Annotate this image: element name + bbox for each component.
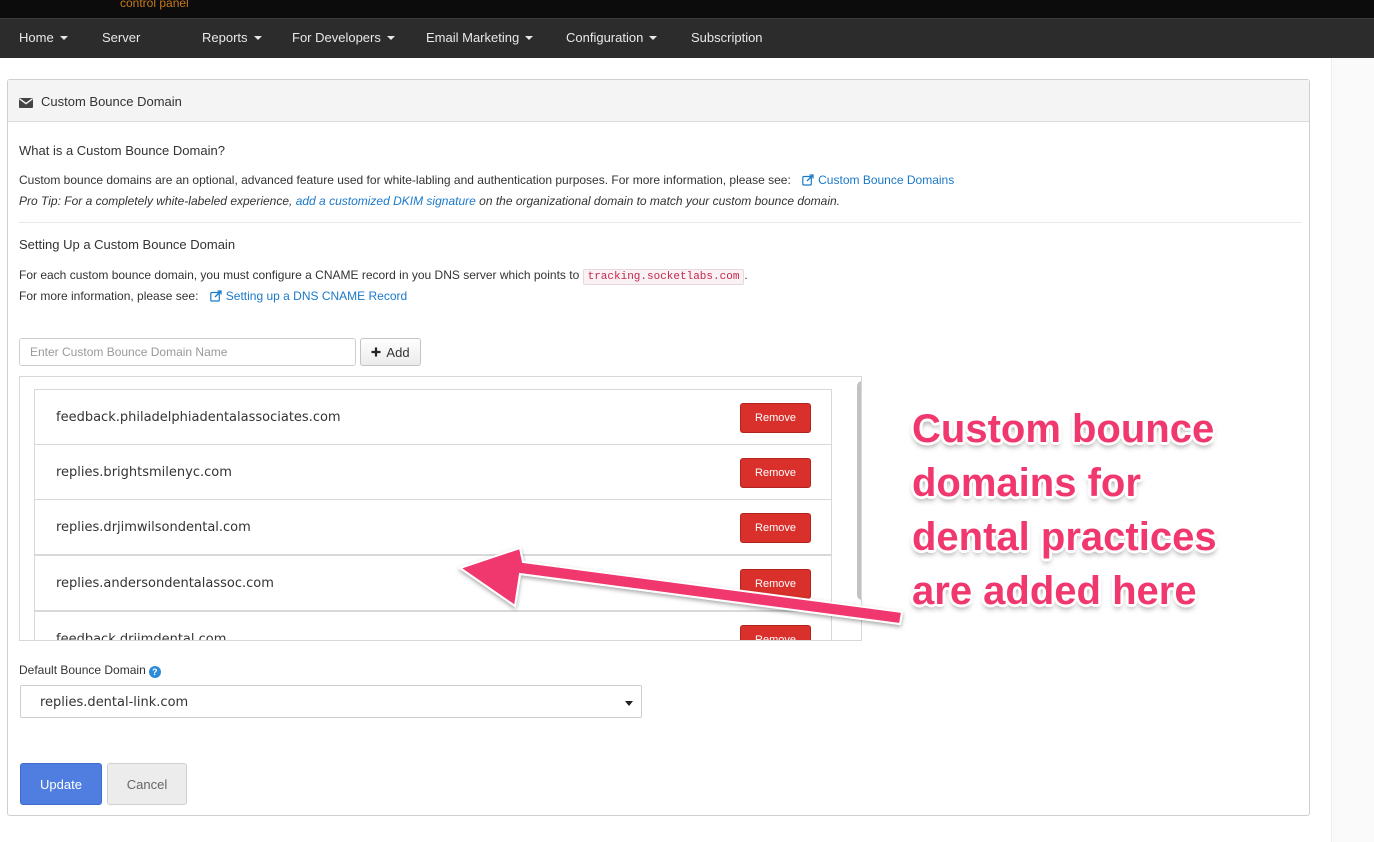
question-circle-icon[interactable]: ? (148, 666, 161, 678)
nav-server[interactable]: Server (102, 30, 140, 45)
panel-heading: Custom Bounce Domain (8, 80, 1309, 122)
domain-name: feedback.philadelphiadentalassociates.co… (56, 410, 341, 425)
nav-home-label: Home (19, 30, 54, 45)
remove-label: Remove (755, 634, 796, 641)
remove-button[interactable]: Remove (740, 513, 811, 543)
nav-for-developers-label: For Developers (292, 30, 381, 45)
update-button[interactable]: Update (20, 763, 102, 805)
pro-tip-prefix: Pro Tip: For a completely white-labeled … (19, 194, 293, 208)
domain-row: replies.brightsmilenyc.com Remove (34, 444, 832, 500)
plus-icon (371, 347, 381, 357)
more-info: For more information, please see: Settin… (19, 289, 407, 303)
what-is-description: Custom bounce domains are an optional, a… (19, 173, 954, 187)
nav-subscription-label: Subscription (691, 30, 763, 45)
nav-subscription[interactable]: Subscription (691, 30, 763, 45)
panel-title: Custom Bounce Domain (41, 94, 182, 109)
annotation-line: domains for (912, 461, 1141, 505)
chevron-down-icon (525, 36, 534, 40)
what-is-text: Custom bounce domains are an optional, a… (19, 173, 791, 187)
setup-text: For each custom bounce domain, you must … (19, 268, 580, 282)
list-scrollbar[interactable] (857, 381, 861, 600)
custom-bounce-domains-link[interactable]: Custom Bounce Domains (800, 173, 954, 187)
default-bounce-value: replies.dental-link.com (40, 695, 189, 710)
custom-bounce-domains-link-label: Custom Bounce Domains (818, 173, 955, 187)
nav-reports[interactable]: Reports (202, 30, 262, 45)
domain-row: replies.drjimwilsondental.com Remove (34, 499, 832, 555)
nav-for-developers[interactable]: For Developers (292, 30, 395, 45)
pro-tip-suffix: on the organizational domain to match yo… (479, 194, 841, 208)
external-link-icon (802, 174, 814, 186)
chevron-down-icon (649, 36, 658, 40)
section-divider (19, 222, 1302, 223)
chevron-down-icon (59, 36, 68, 40)
pro-tip: Pro Tip: For a completely white-labeled … (19, 194, 840, 208)
setup-period: . (744, 268, 748, 282)
default-bounce-label-text: Default Bounce Domain (19, 663, 146, 677)
cancel-label: Cancel (126, 776, 168, 792)
default-bounce-select[interactable]: replies.dental-link.com (20, 685, 642, 718)
external-link-icon (209, 290, 222, 302)
remove-label: Remove (755, 467, 796, 479)
chevron-down-icon (253, 36, 262, 40)
remove-label: Remove (755, 578, 796, 590)
chevron-down-icon (386, 36, 395, 40)
main-navbar: Home Server Reports For Developers Email… (0, 18, 1374, 58)
more-info-prefix: For more information, please see: (19, 289, 199, 303)
nav-server-label: Server (102, 30, 141, 45)
dns-cname-record-link-label: Setting up a DNS CNAME Record (225, 289, 408, 303)
annotation-line: dental practices (912, 515, 1217, 559)
domain-list[interactable]: feedback.philadelphiadentalassociates.co… (19, 376, 862, 641)
update-label: Update (40, 776, 82, 792)
custom-bounce-domain-input[interactable] (19, 338, 356, 366)
domain-name: replies.andersondentalassoc.com (56, 576, 274, 591)
dns-cname-record-link[interactable]: Setting up a DNS CNAME Record (208, 289, 407, 303)
cname-target-code: tracking.socketlabs.com (582, 269, 745, 285)
caret-down-icon (625, 701, 633, 706)
remove-button[interactable]: Remove (740, 625, 811, 641)
add-button-label: Add (386, 344, 410, 360)
dkim-signature-link[interactable]: add a customized DKIM signature (296, 194, 476, 208)
domain-row: replies.andersondentalassoc.com Remove (34, 555, 832, 611)
nav-email-marketing[interactable]: Email Marketing (426, 30, 534, 45)
nav-configuration[interactable]: Configuration (566, 30, 658, 45)
remove-button[interactable]: Remove (740, 569, 811, 599)
nav-home[interactable]: Home (19, 30, 68, 45)
domain-name: feedback.drjimdental.com (56, 632, 227, 641)
cancel-button[interactable]: Cancel (107, 763, 187, 805)
domain-name: replies.brightsmilenyc.com (56, 465, 232, 480)
what-is-heading: What is a Custom Bounce Domain? (19, 143, 225, 158)
domain-row: feedback.philadelphiadentalassociates.co… (34, 389, 832, 445)
annotation-line: Custom bounce (912, 407, 1215, 451)
remove-button[interactable]: Remove (740, 403, 811, 433)
add-domain-button[interactable]: Add (360, 338, 421, 366)
domain-row: feedback.drjimdental.com Remove (34, 611, 832, 641)
remove-label: Remove (755, 412, 796, 424)
nav-email-marketing-label: Email Marketing (426, 30, 520, 45)
annotation-callout: Custom bounce domains for dental practic… (912, 402, 1362, 618)
brand-subtitle: control panel (120, 0, 189, 10)
default-bounce-label: Default Bounce Domain? (19, 663, 161, 678)
nav-reports-label: Reports (202, 30, 248, 45)
envelope-icon (19, 96, 33, 111)
domain-name: replies.drjimwilsondental.com (56, 520, 251, 535)
setup-description: For each custom bounce domain, you must … (19, 268, 748, 285)
remove-button[interactable]: Remove (740, 458, 811, 488)
remove-label: Remove (755, 522, 796, 534)
annotation-line: are added here (912, 569, 1197, 613)
setup-heading: Setting Up a Custom Bounce Domain (19, 237, 236, 252)
nav-configuration-label: Configuration (566, 30, 644, 45)
